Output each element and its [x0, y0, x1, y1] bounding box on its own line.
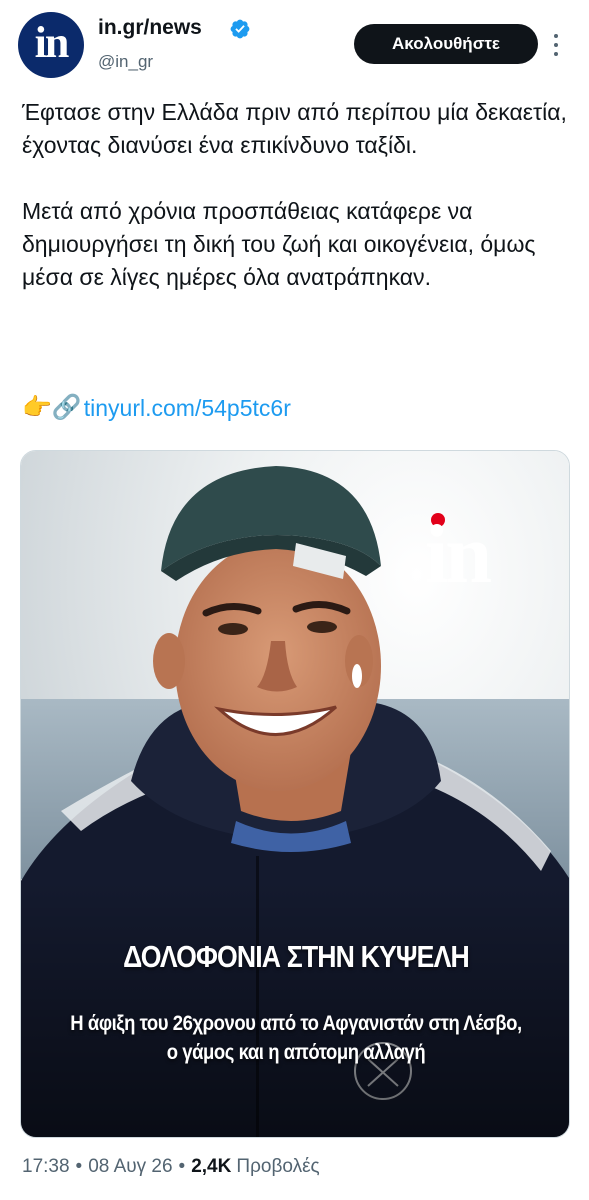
more-dot: [554, 52, 558, 56]
more-options-icon[interactable]: [548, 30, 564, 60]
brand-logo: in: [425, 508, 492, 601]
tweet-link[interactable]: tinyurl.com/54p5tc6r: [84, 395, 291, 422]
avatar-logo-text: in: [34, 17, 70, 67]
tweet-media-image[interactable]: in ΔΟΛΟΦΟΝΙΑ ΣΤΗΝ ΚΥΨΕΛΗ Η άφιξη του 26χ…: [20, 450, 570, 1138]
tweet-meta: 17:38 • 08 Αυγ 26 • 2,4K Προβολές: [22, 1156, 320, 1178]
image-headline: ΔΟΛΟΦΟΝΙΑ ΣΤΗΝ ΚΥΨΕΛΗ: [123, 939, 470, 974]
more-dot: [554, 34, 558, 38]
account-handle[interactable]: @in_gr: [98, 52, 153, 72]
tweet-paragraph-1: Έφτασε στην Ελλάδα πριν από περίπου μία …: [22, 99, 567, 158]
tweet-date[interactable]: 08 Αυγ 26: [88, 1156, 172, 1178]
image-subheadline-line-2: ο γάμος και η απότομη αλλαγή: [166, 1041, 426, 1064]
image-subheadline: Η άφιξη του 26χρονου από το Αφγανιστάν σ…: [54, 1009, 538, 1067]
meta-separator: •: [178, 1156, 186, 1177]
tweet-time[interactable]: 17:38: [22, 1156, 70, 1178]
tweet-paragraph-2: Μετά από χρόνια προσπάθειας κατάφερε να …: [22, 198, 536, 290]
tweet-header: in in.gr/news @in_gr Ακολουθήστε: [0, 0, 589, 90]
views-count: 2,4K: [191, 1156, 232, 1177]
tweet-link-line: 👉🔗 tinyurl.com/54p5tc6r: [22, 390, 291, 426]
more-dot: [554, 43, 558, 47]
verified-badge-icon: [230, 19, 250, 39]
account-avatar[interactable]: in: [18, 12, 84, 78]
account-display-name[interactable]: in.gr/news: [98, 16, 202, 40]
follow-button[interactable]: Ακολουθήστε: [354, 24, 538, 64]
image-subheadline-line-1: Η άφιξη του 26χρονου από το Αφγανιστάν σ…: [70, 1012, 522, 1035]
pointing-link-emoji-icon: 👉🔗: [22, 394, 82, 421]
tweet-text: Έφτασε στην Ελλάδα πριν από περίπου μία …: [22, 96, 577, 294]
views-label: Προβολές: [236, 1156, 320, 1177]
meta-separator: •: [75, 1156, 83, 1177]
